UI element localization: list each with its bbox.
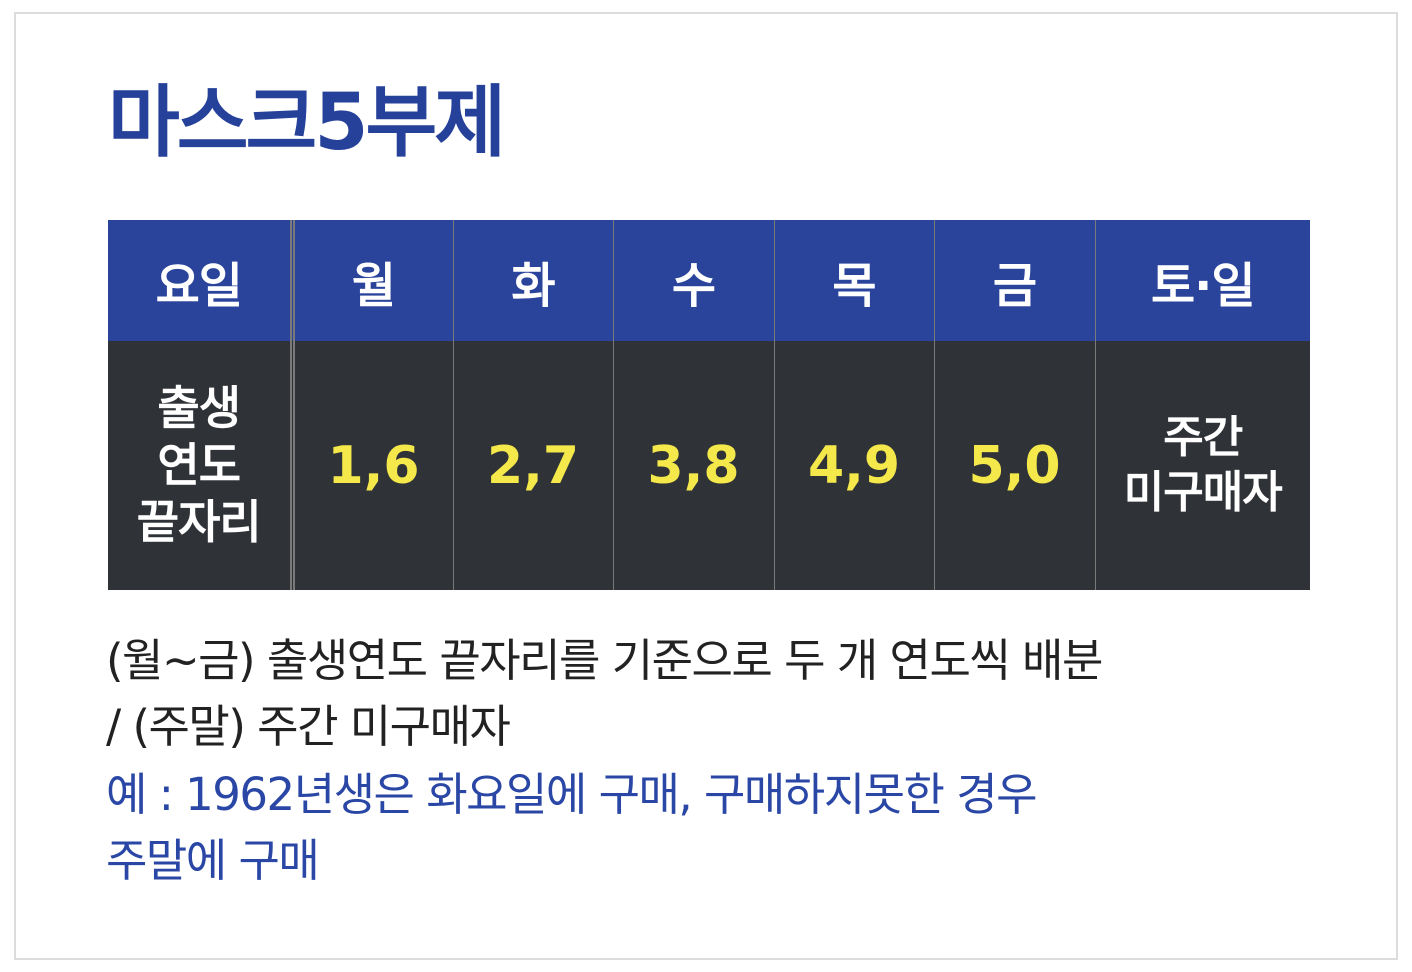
header-label-cell: 요일: [108, 220, 295, 341]
day-header-mon: 월: [291, 220, 453, 341]
day-header-wed: 수: [612, 220, 774, 341]
digits-fri: 5,0: [933, 341, 1095, 590]
example-line-1: 예 : 1962년생은 화요일에 구매, 구매하지못한 경우: [106, 768, 1038, 821]
digits-tue: 2,7: [452, 341, 613, 590]
day-header-weekend: 토·일: [1094, 220, 1310, 341]
weekend-line: 주간: [1163, 411, 1243, 463]
example-line-2: 주말에 구매: [106, 834, 320, 887]
day-header-thu: 목: [773, 220, 934, 341]
row-label-line: 끝자리: [136, 495, 262, 550]
birth-year-row: 출생 연도 끝자리 1,6 2,7 3,8 4,9 5,0 주간 미구매자: [108, 341, 1310, 590]
digits-mon: 1,6: [291, 341, 453, 590]
digits-wed: 3,8: [612, 341, 774, 590]
note-line-2: / (주말) 주간 미구매자: [106, 700, 511, 753]
page-title: 마스크5부제: [108, 78, 506, 168]
day-header-fri: 금: [933, 220, 1095, 341]
note-line-1: (월~금) 출생연도 끝자리를 기준으로 두 개 연도씩 배분: [106, 634, 1103, 687]
header-row: 요일 월 화 수 목 금 토·일: [108, 220, 1310, 341]
digits-thu: 4,9: [773, 341, 934, 590]
row-label-line: 연도: [157, 437, 241, 492]
weekend-cell: 주간 미구매자: [1094, 341, 1310, 590]
row-label-line: 출생: [157, 380, 241, 435]
row-label-cell: 출생 연도 끝자리: [108, 341, 295, 590]
day-header-tue: 화: [452, 220, 613, 341]
schedule-table: 요일 월 화 수 목 금 토·일 출생 연도 끝자리 1,6 2,7 3,8 4…: [108, 220, 1310, 590]
weekend-line: 미구매자: [1123, 466, 1283, 518]
